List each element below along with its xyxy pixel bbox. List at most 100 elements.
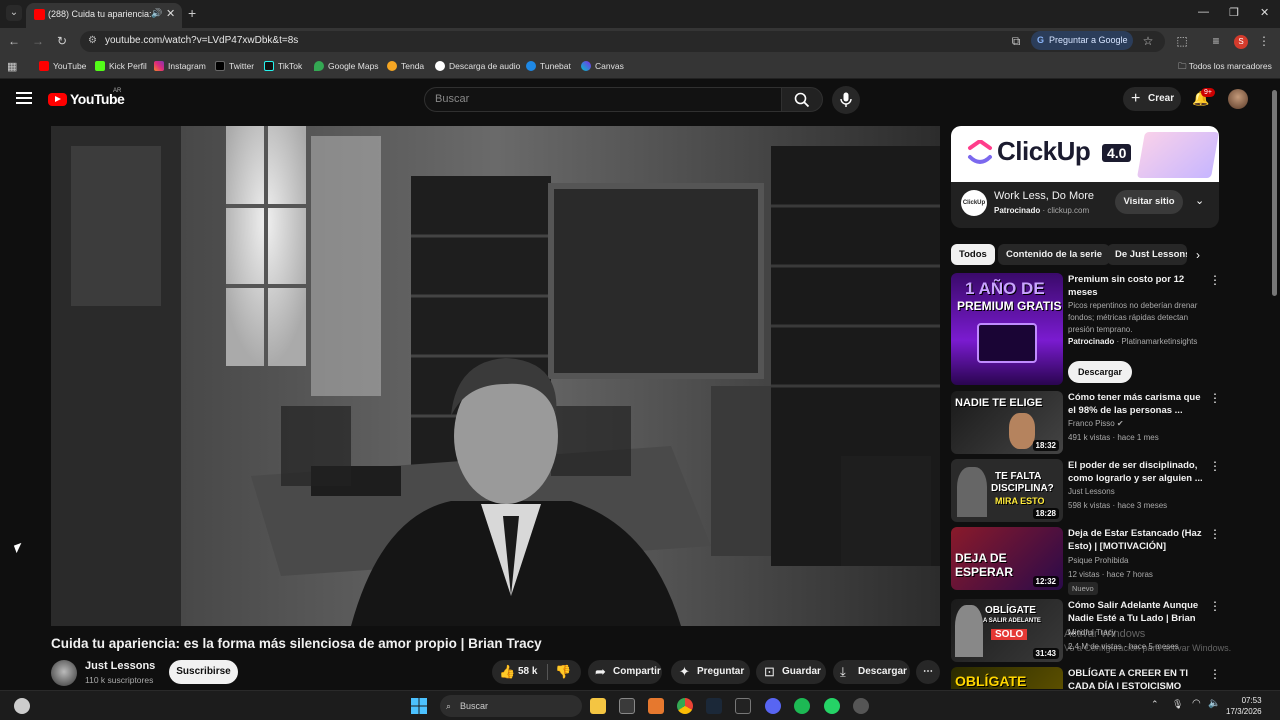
tab-close-icon[interactable]: ✕: [166, 7, 175, 20]
file-explorer-icon[interactable]: [590, 698, 606, 714]
subscribe-button[interactable]: Suscribirse: [169, 660, 238, 684]
more-vertical-icon[interactable]: ⋮: [1209, 527, 1221, 541]
dislike-thumbs-down-icon[interactable]: 👎: [555, 660, 571, 684]
list-item[interactable]: 1 AÑO DE PREMIUM GRATIS Premium sin cost…: [951, 273, 1221, 385]
restore-icon[interactable]: ❐: [1229, 6, 1239, 19]
video-title[interactable]: Cómo tener más carisma que el 98% de las…: [1068, 391, 1204, 417]
chip-all[interactable]: Todos: [951, 244, 995, 265]
video-title[interactable]: Deja de Estar Estancado (Haz Esto) | [MO…: [1068, 527, 1204, 553]
list-item[interactable]: OBLÍGATE OBLÍGATE A CREER EN TI CADA DÍA…: [951, 667, 1221, 689]
ask-ai-button[interactable]: ✦ Preguntar: [671, 660, 750, 684]
url-text[interactable]: youtube.com/watch?v=LVdP47xwDbk&t=8s: [105, 35, 298, 46]
bookmark-youtube[interactable]: YouTube: [39, 61, 86, 71]
voice-search-button[interactable]: [832, 86, 860, 114]
apps-grid-icon[interactable]: ▦: [7, 60, 17, 73]
bookmark-descarga-audio[interactable]: Descarga de audio: [435, 61, 520, 71]
more-vertical-icon[interactable]: ⋮: [1209, 273, 1221, 287]
account-avatar[interactable]: [1228, 89, 1248, 109]
taskbar-search-box[interactable]: ⌕ Buscar: [440, 695, 582, 717]
chip-series-content[interactable]: Contenido de la serie: [998, 244, 1111, 265]
epic-games-icon[interactable]: [735, 698, 751, 714]
video-title[interactable]: El poder de ser disciplinado, como logra…: [1068, 459, 1204, 485]
ad-download-button[interactable]: Descargar: [1068, 361, 1132, 383]
video-thumbnail[interactable]: TE FALTA DISCIPLINA? MIRA ESTO 18:28: [951, 459, 1063, 522]
video-thumbnail[interactable]: NADIE TE ELIGE 18:32: [951, 391, 1063, 454]
scrollbar-thumb[interactable]: [1272, 90, 1277, 296]
video-title[interactable]: OBLÍGATE A CREER EN TI CADA DÍA | ESTOIC…: [1068, 667, 1204, 689]
new-tab-plus-icon[interactable]: +: [188, 5, 196, 21]
advertiser-icon[interactable]: ClickUp: [961, 190, 987, 216]
brave-icon[interactable]: [648, 698, 664, 714]
share-button[interactable]: ➦ Compartir: [588, 660, 662, 684]
ad-banner[interactable]: ClickUp 4.0: [951, 126, 1219, 182]
browser-tab-active[interactable]: (288) Cuida tu apariencia: e 🔊 ✕: [26, 3, 182, 28]
search-input[interactable]: Buscar: [424, 87, 782, 112]
chrome-menu-icon[interactable]: ⋮: [1256, 34, 1272, 48]
forward-arrow-icon[interactable]: →: [30, 34, 46, 48]
show-hidden-icons-chevron-icon[interactable]: ⌃: [1151, 699, 1159, 710]
store-icon[interactable]: [619, 698, 635, 714]
bookmark-tenda[interactable]: Tenda: [387, 61, 424, 71]
spotify-icon[interactable]: [794, 698, 810, 714]
bookmark-tiktok[interactable]: TikTok: [264, 61, 302, 71]
channel-name[interactable]: Just Lessons: [85, 660, 155, 672]
save-button[interactable]: ⊡ Guardar: [756, 660, 826, 684]
bookmark-tunebat[interactable]: Tunebat: [526, 61, 571, 71]
channel-avatar[interactable]: [51, 660, 77, 686]
bookmark-canvas[interactable]: Canvas: [581, 61, 624, 71]
list-item[interactable]: NADIE TE ELIGE 18:32 Cómo tener más cari…: [951, 391, 1221, 454]
back-arrow-icon[interactable]: ←: [6, 34, 22, 48]
video-player[interactable]: [51, 126, 940, 626]
wifi-icon[interactable]: ◠: [1192, 698, 1201, 709]
more-vertical-icon[interactable]: ⋮: [1209, 391, 1221, 405]
chrome-icon[interactable]: [677, 698, 693, 714]
ad-headline[interactable]: Work Less, Do More: [994, 190, 1094, 202]
list-item[interactable]: DEJA DE ESPERAR 12:32 Deja de Estar Esta…: [951, 527, 1221, 595]
bookmark-instagram[interactable]: Instagram: [154, 61, 206, 71]
address-bar[interactable]: ⚙ youtube.com/watch?v=LVdP47xwDbk&t=8s: [80, 31, 1165, 52]
hamburger-menu-icon[interactable]: [16, 92, 32, 104]
download-button[interactable]: ⤓ Descargar: [833, 660, 910, 684]
bookmark-kick[interactable]: Kick Perfil: [95, 61, 147, 71]
more-vertical-icon[interactable]: ⋮: [1209, 459, 1221, 473]
taskbar-clock[interactable]: 07:53 17/3/2026: [1226, 695, 1262, 717]
tab-audio-icon[interactable]: 🔊: [151, 8, 162, 19]
more-actions-button[interactable]: ⋯: [916, 660, 940, 684]
window-close-icon[interactable]: ✕: [1260, 6, 1269, 19]
video-thumbnail[interactable]: OBLÍGATE A SALIR ADELANTE SOLO 31:43: [951, 599, 1063, 662]
discord-icon[interactable]: [765, 698, 781, 714]
page-scrollbar[interactable]: [1270, 80, 1280, 690]
minimize-icon[interactable]: —: [1198, 6, 1209, 18]
media-control-icon[interactable]: ≡: [1208, 34, 1224, 48]
channel-name[interactable]: Franco Pisso ✔: [1068, 419, 1124, 428]
profile-avatar[interactable]: S: [1234, 35, 1248, 49]
cast-icon[interactable]: ⧉: [1008, 34, 1024, 49]
site-info-icon[interactable]: ⚙: [88, 35, 97, 46]
more-vertical-icon[interactable]: ⋮: [1209, 599, 1221, 613]
bookmark-twitter[interactable]: Twitter: [215, 61, 254, 71]
chevron-down-icon[interactable]: ⌄: [1195, 194, 1204, 207]
tab-search-chevron-icon[interactable]: ⌄: [6, 5, 22, 21]
sponsored-ad-card[interactable]: ClickUp 4.0 ClickUp Work Less, Do More P…: [951, 126, 1219, 228]
like-thumbs-up-icon[interactable]: 👍: [499, 660, 515, 684]
chip-from-channel[interactable]: De Just Lessons: [1107, 244, 1187, 265]
extensions-icon[interactable]: ⬚: [1174, 34, 1190, 48]
all-bookmarks-folder[interactable]: 🗀 Todos los marcadores: [1178, 61, 1272, 75]
reload-icon[interactable]: ↻: [54, 34, 70, 48]
video-thumbnail[interactable]: 1 AÑO DE PREMIUM GRATIS: [951, 273, 1063, 385]
microphone-tray-icon[interactable]: 🎙: [1172, 699, 1183, 710]
list-item[interactable]: TE FALTA DISCIPLINA? MIRA ESTO 18:28 El …: [951, 459, 1221, 522]
video-thumbnail[interactable]: OBLÍGATE: [951, 667, 1063, 689]
bookmark-google-maps[interactable]: Google Maps: [314, 61, 379, 71]
visit-site-button[interactable]: Visitar sitio: [1115, 190, 1183, 214]
video-title[interactable]: Premium sin costo por 12 meses: [1068, 273, 1204, 299]
like-count[interactable]: 58 k: [518, 660, 537, 684]
chevron-right-icon[interactable]: ›: [1196, 248, 1200, 262]
search-button[interactable]: [781, 87, 823, 112]
ask-google-button[interactable]: G Preguntar a Google: [1031, 31, 1133, 50]
widgets-weather-icon[interactable]: [14, 698, 30, 714]
channel-name[interactable]: Just Lessons: [1068, 487, 1115, 496]
video-thumbnail[interactable]: DEJA DE ESPERAR 12:32: [951, 527, 1063, 590]
more-vertical-icon[interactable]: ⋮: [1209, 667, 1221, 681]
create-button[interactable]: + Crear: [1123, 87, 1181, 111]
